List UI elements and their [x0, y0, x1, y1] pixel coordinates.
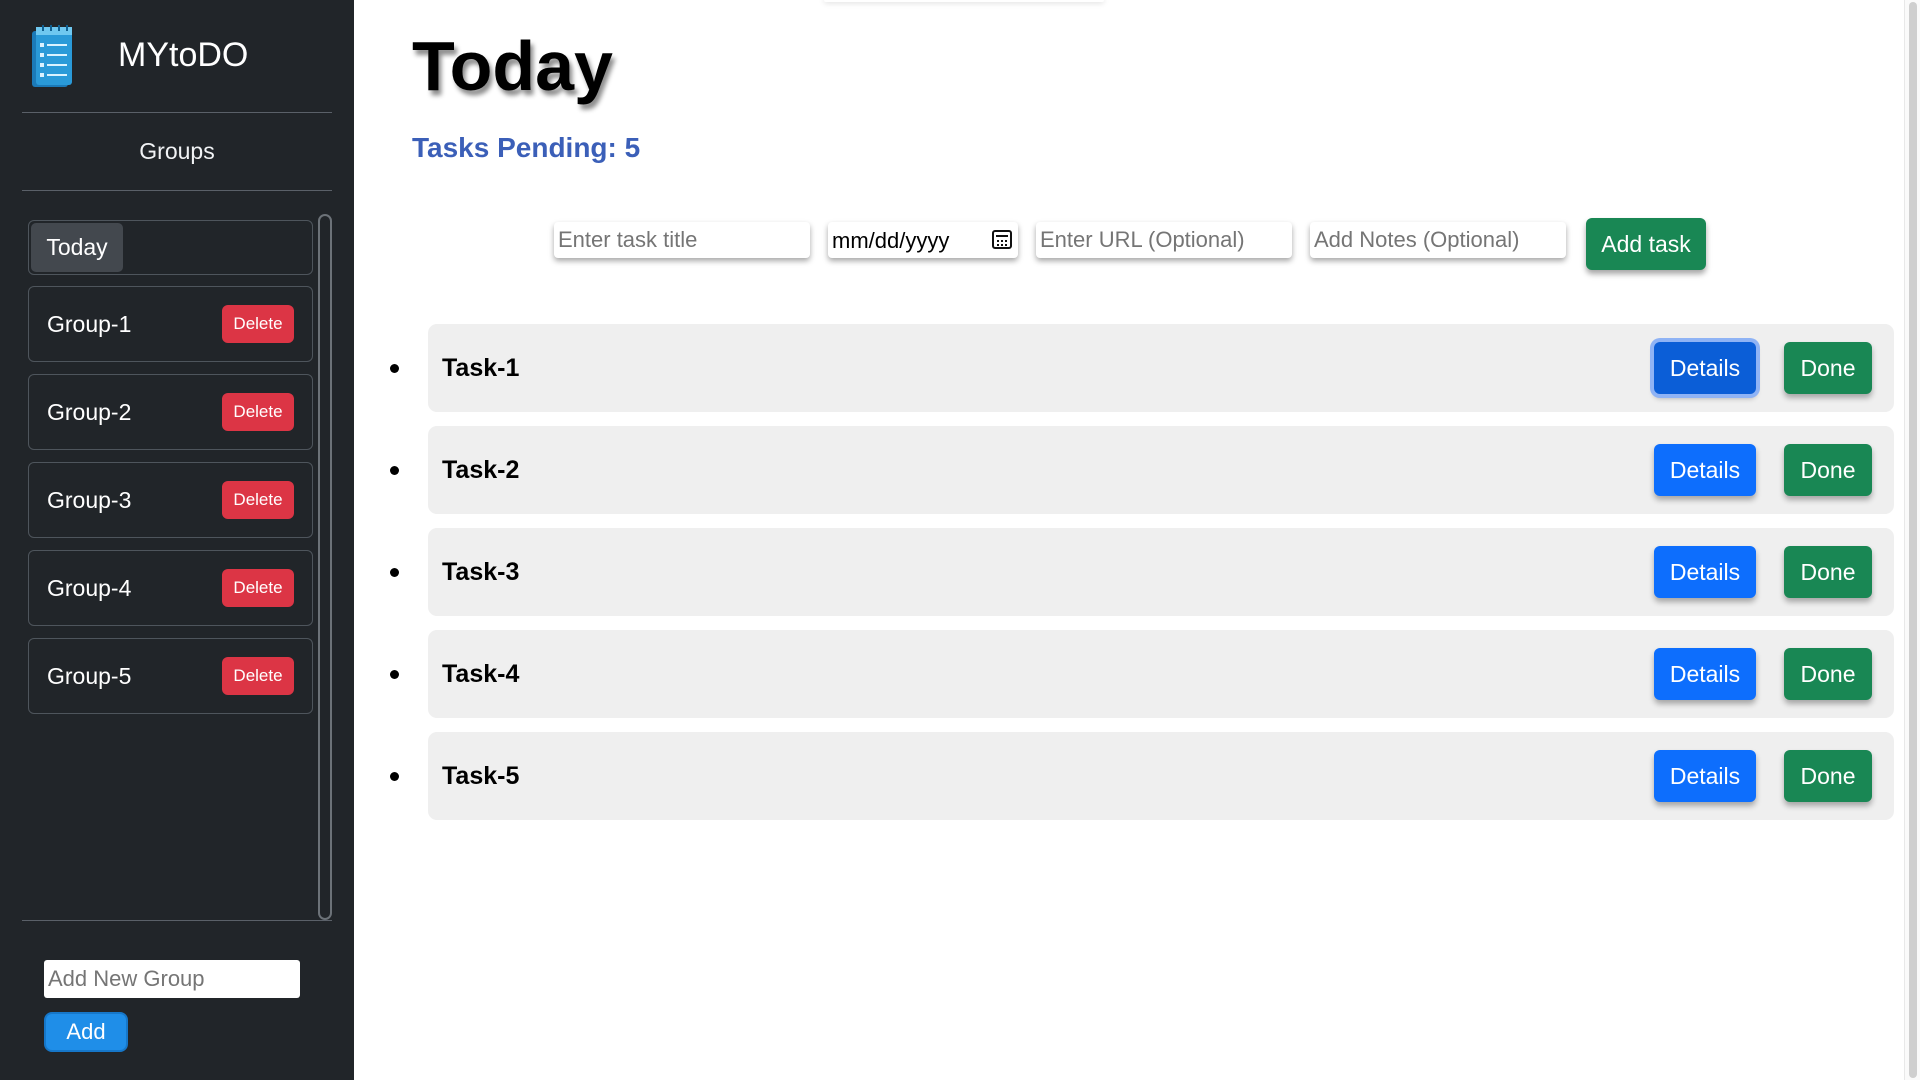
date-value: mm/dd/yyyy — [832, 228, 950, 253]
groups-heading: Groups — [139, 138, 215, 164]
task-url-input[interactable] — [1036, 222, 1292, 258]
task-row: Task-2 Details Done — [354, 426, 1920, 514]
sidebar: MYtoDO Groups Today Group-1 Delete Group… — [0, 0, 354, 1080]
app-name: MYtoDO — [118, 36, 249, 74]
task-row: Task-4 Details Done — [354, 630, 1920, 718]
task-date-input[interactable]: mm/dd/yyyy — [828, 222, 1018, 258]
task-card: Task-2 Details Done — [428, 426, 1894, 514]
done-button[interactable]: Done — [1784, 444, 1872, 496]
delete-group-button[interactable]: Delete — [222, 481, 294, 519]
task-title: Task-4 — [442, 659, 520, 688]
details-button[interactable]: Details — [1654, 342, 1756, 394]
task-title-input[interactable] — [554, 222, 810, 258]
add-group-button[interactable]: Add — [44, 1012, 128, 1052]
done-button[interactable]: Done — [1784, 750, 1872, 802]
task-card: Task-4 Details Done — [428, 630, 1894, 718]
bullet — [390, 568, 399, 577]
sidebar-item-group-2[interactable]: Group-2 Delete — [28, 374, 313, 450]
task-title: Task-1 — [442, 353, 520, 382]
delete-group-button[interactable]: Delete — [222, 657, 294, 695]
notepad-list-icon — [32, 25, 72, 87]
sidebar-item-group-1[interactable]: Group-1 Delete — [28, 286, 313, 362]
sidebar-divider — [22, 190, 332, 191]
sidebar-item-group-4[interactable]: Group-4 Delete — [28, 550, 313, 626]
task-card: Task-3 Details Done — [428, 528, 1894, 616]
group-label: Group-4 — [47, 574, 132, 601]
done-button[interactable]: Done — [1784, 648, 1872, 700]
task-notes-input[interactable] — [1310, 222, 1566, 258]
today-label[interactable]: Today — [31, 223, 123, 272]
bullet — [390, 364, 399, 373]
task-row: Task-3 Details Done — [354, 528, 1920, 616]
page-title: Today — [412, 27, 613, 105]
sidebar-item-group-5[interactable]: Group-5 Delete — [28, 638, 313, 714]
delete-group-button[interactable]: Delete — [222, 569, 294, 607]
calendar-icon[interactable] — [992, 230, 1012, 249]
details-button[interactable]: Details — [1654, 546, 1756, 598]
brand — [28, 22, 76, 90]
add-task-button[interactable]: Add task — [1586, 218, 1706, 270]
details-button[interactable]: Details — [1654, 750, 1756, 802]
main-scrollbar[interactable] — [1904, 0, 1920, 1080]
top-shadow-bar — [824, 0, 1104, 2]
task-row: Task-1 Details Done — [354, 324, 1920, 412]
group-label: Group-5 — [47, 662, 132, 689]
task-title: Task-3 — [442, 557, 520, 586]
task-row: Task-5 Details Done — [354, 732, 1920, 820]
task-card: Task-5 Details Done — [428, 732, 1894, 820]
task-title: Task-5 — [442, 761, 520, 790]
tasks-pending-label: Tasks Pending: — [412, 132, 617, 163]
group-label: Group-3 — [47, 486, 132, 513]
tasks-pending-count: 5 — [624, 132, 641, 163]
sidebar-divider — [22, 920, 332, 921]
sidebar-divider — [22, 112, 332, 113]
new-group-input[interactable] — [44, 960, 300, 998]
bullet — [390, 772, 399, 781]
task-card: Task-1 Details Done — [428, 324, 1894, 412]
done-button[interactable]: Done — [1784, 546, 1872, 598]
sidebar-item-today[interactable]: Today — [28, 220, 313, 275]
done-button[interactable]: Done — [1784, 342, 1872, 394]
app-root: MYtoDO Groups Today Group-1 Delete Group… — [0, 0, 1920, 1080]
bullet — [390, 670, 399, 679]
details-button[interactable]: Details — [1654, 648, 1756, 700]
group-label: Group-2 — [47, 398, 132, 425]
bullet — [390, 466, 399, 475]
delete-group-button[interactable]: Delete — [222, 393, 294, 431]
tasks-pending: Tasks Pending: 5 — [412, 132, 640, 164]
delete-group-button[interactable]: Delete — [222, 305, 294, 343]
sidebar-item-group-3[interactable]: Group-3 Delete — [28, 462, 313, 538]
group-label: Group-1 — [47, 310, 132, 337]
scrollbar-thumb[interactable] — [1909, 2, 1917, 1078]
main-content: Today Tasks Pending: 5 mm/dd/yyyy Add ta… — [354, 0, 1920, 1080]
details-button[interactable]: Details — [1654, 444, 1756, 496]
task-title: Task-2 — [442, 455, 520, 484]
sidebar-scrollbar[interactable] — [318, 214, 332, 920]
